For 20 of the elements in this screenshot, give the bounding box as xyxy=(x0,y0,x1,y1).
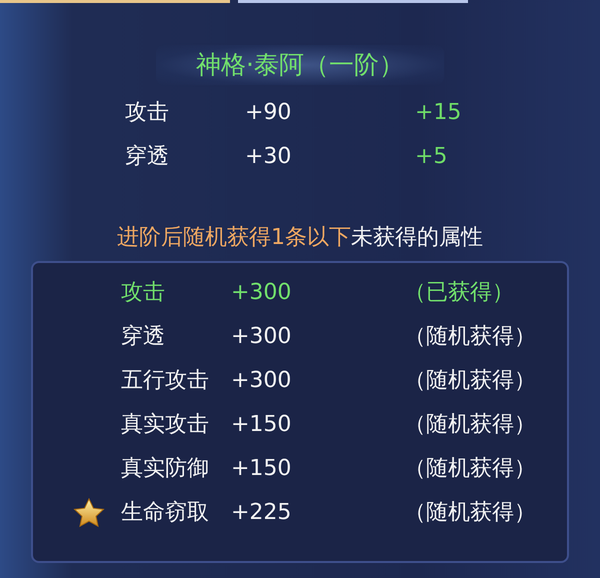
attribute-status: （随机获得） xyxy=(404,411,537,439)
stat-name: 穿透 xyxy=(125,143,170,171)
stat-value: +30 xyxy=(245,143,292,171)
attribute-name: 五行攻击 +300 xyxy=(121,367,292,395)
attribute-name: 攻击 +300 xyxy=(121,279,292,307)
title: 神格·泰阿（一阶） xyxy=(156,45,444,85)
attribute-status: （随机获得） xyxy=(404,455,537,483)
stat-name: 攻击 xyxy=(125,99,170,127)
attribute-name: 真实防御 +150 xyxy=(121,455,292,483)
attribute-name: 真实攻击 +150 xyxy=(121,411,292,439)
attribute-name: 生命窃取 +225 xyxy=(121,499,292,527)
stat-bonus: +15 xyxy=(415,99,462,127)
attribute-status: （随机获得） xyxy=(404,367,537,395)
attribute-status: （已获得） xyxy=(404,279,515,307)
attribute-name: 穿透 +300 xyxy=(121,323,292,351)
stat-value: +90 xyxy=(245,99,292,127)
notice-text: 进阶后随机获得1条以下未获得的属性 xyxy=(117,224,483,252)
stat-bonus: +5 xyxy=(415,143,448,171)
attribute-status: （随机获得） xyxy=(404,499,537,527)
attribute-status: （随机获得） xyxy=(404,323,537,351)
